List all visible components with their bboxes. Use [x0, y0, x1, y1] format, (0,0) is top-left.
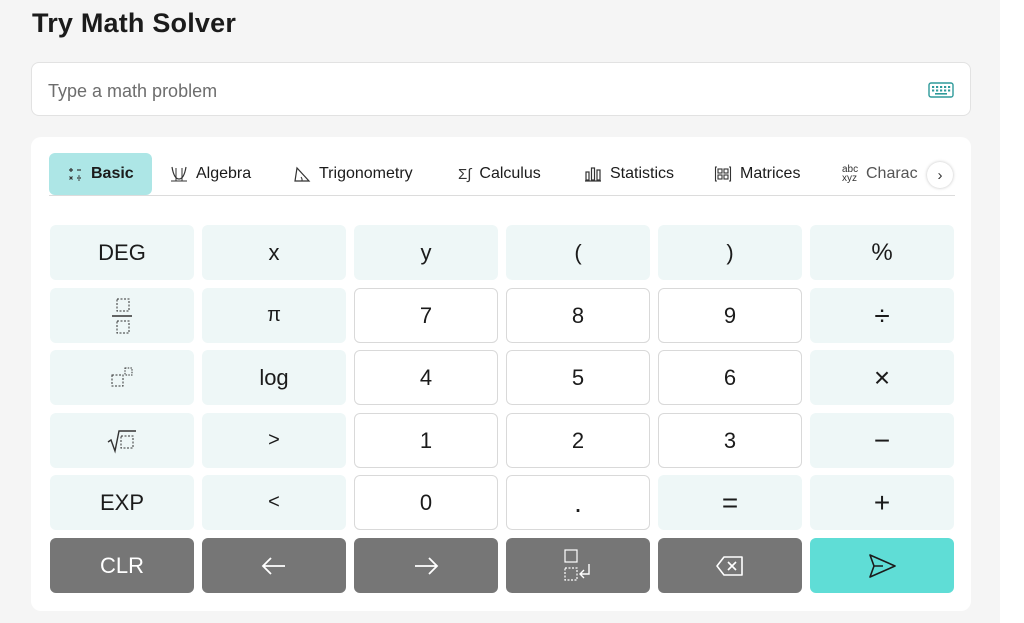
key-6[interactable]: 6 [658, 350, 802, 405]
key-pi[interactable]: π [202, 288, 346, 343]
key-less-than[interactable]: < [202, 475, 346, 530]
key-multiply[interactable]: × [810, 350, 954, 405]
key-new-line[interactable] [506, 538, 650, 593]
tab-label: Basic [91, 165, 134, 182]
key-minus[interactable]: − [810, 413, 954, 468]
keyboard-icon[interactable] [928, 80, 954, 100]
math-keypad: Basic Algebra Trigonometry Σ∫ Calculus S… [31, 137, 971, 611]
category-tabs: Basic Algebra Trigonometry Σ∫ Calculus S… [49, 153, 955, 196]
key-deg[interactable]: DEG [50, 225, 194, 280]
scroll-tabs-right-button[interactable]: › [927, 162, 953, 188]
tab-matrices[interactable]: Matrices [714, 153, 800, 195]
key-y[interactable]: y [354, 225, 498, 280]
tab-calculus[interactable]: Σ∫ Calculus [458, 153, 541, 195]
tab-characters[interactable]: abc xyz Charac [842, 153, 922, 195]
key-square-root[interactable] [50, 413, 194, 468]
key-8[interactable]: 8 [506, 288, 650, 343]
matrices-icon [714, 166, 732, 182]
key-cursor-left[interactable] [202, 538, 346, 593]
key-equals[interactable]: = [658, 475, 802, 530]
calculus-icon: Σ∫ [458, 165, 472, 183]
send-icon [869, 553, 896, 578]
basic-ops-icon [69, 168, 81, 181]
key-percent[interactable]: % [810, 225, 954, 280]
key-plus[interactable]: + [810, 475, 954, 530]
tab-basic[interactable]: Basic [49, 153, 152, 195]
exponent-icon [111, 367, 133, 386]
key-5[interactable]: 5 [506, 350, 650, 405]
key-1[interactable]: 1 [354, 413, 498, 468]
tab-label: Algebra [196, 165, 252, 182]
arrow-right-icon [415, 556, 439, 575]
tab-statistics[interactable]: Statistics [584, 153, 674, 195]
algebra-icon [171, 166, 187, 182]
key-decimal-point[interactable]: . [506, 475, 650, 530]
key-fraction[interactable] [50, 288, 194, 343]
key-2[interactable]: 2 [506, 413, 650, 468]
statistics-icon [585, 167, 601, 182]
square-root-icon [107, 429, 136, 454]
key-power[interactable] [50, 350, 194, 405]
key-backspace[interactable] [658, 538, 802, 593]
key-divide[interactable]: ÷ [810, 288, 954, 343]
key-9[interactable]: 9 [658, 288, 802, 343]
key-right-paren[interactable]: ) [658, 225, 802, 280]
tab-label: Matrices [740, 165, 801, 182]
chevron-right-icon: › [937, 166, 943, 184]
enter-box-icon [564, 548, 590, 581]
tab-trigonometry[interactable]: Trigonometry [293, 153, 413, 195]
key-3[interactable]: 3 [658, 413, 802, 468]
tab-label: Charac [866, 165, 918, 182]
key-x[interactable]: x [202, 225, 346, 280]
key-7[interactable]: 7 [354, 288, 498, 343]
arrow-left-icon [261, 556, 285, 575]
math-problem-input[interactable] [46, 75, 910, 107]
key-cursor-right[interactable] [354, 538, 498, 593]
tab-label: Calculus [479, 165, 541, 182]
key-0[interactable]: 0 [354, 475, 498, 530]
math-solver-panel: Try Math Solver Basic [0, 0, 1000, 623]
key-log[interactable]: log [202, 350, 346, 405]
key-left-paren[interactable]: ( [506, 225, 650, 280]
page-title: Try Math Solver [32, 8, 237, 38]
tab-label: Trigonometry [319, 165, 413, 182]
backspace-icon [716, 555, 743, 576]
key-greater-than[interactable]: > [202, 413, 346, 468]
fraction-icon [112, 298, 132, 333]
key-4[interactable]: 4 [354, 350, 498, 405]
key-exp[interactable]: EXP [50, 475, 194, 530]
math-input-box[interactable] [31, 62, 971, 116]
tab-algebra[interactable]: Algebra [170, 153, 251, 195]
submit-button[interactable] [810, 538, 954, 593]
characters-icon: abc xyz [842, 164, 859, 184]
tab-label: Statistics [610, 165, 675, 182]
key-clear[interactable]: CLR [50, 538, 194, 593]
trigonometry-icon [294, 166, 311, 182]
